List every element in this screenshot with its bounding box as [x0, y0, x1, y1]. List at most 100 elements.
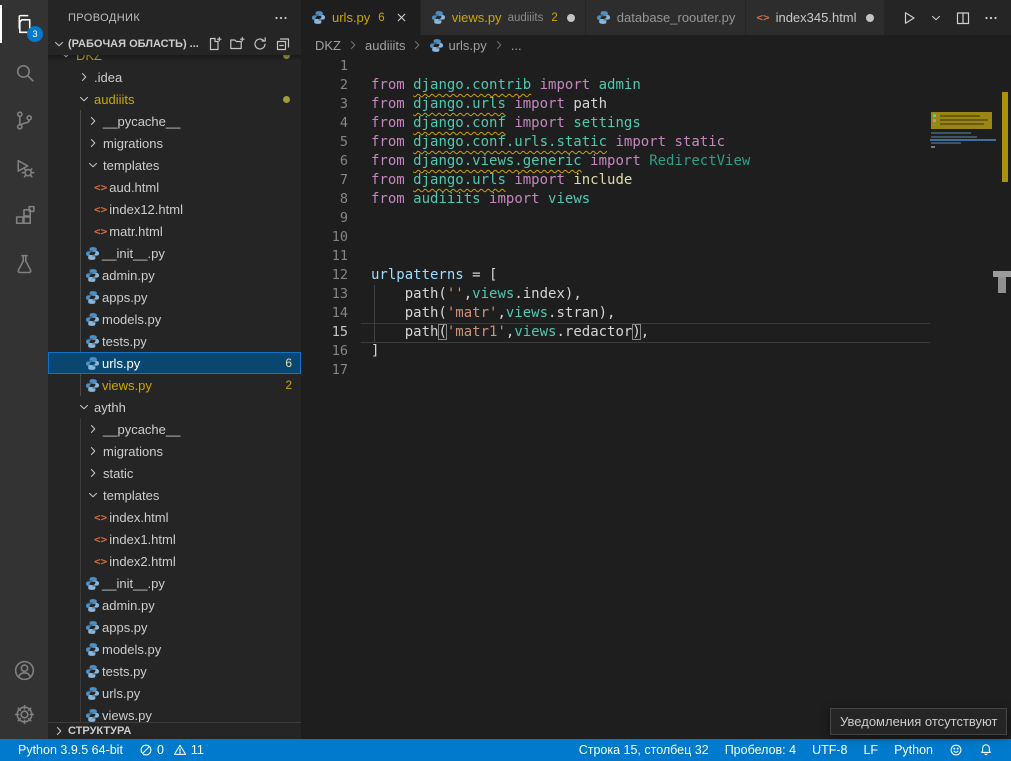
tree-item-aud.html[interactable]: <>aud.html	[48, 176, 301, 198]
tab-index345.html[interactable]: <>index345.html	[746, 0, 884, 35]
close-icon[interactable]	[394, 10, 410, 25]
modified-dot-icon[interactable]	[567, 14, 575, 22]
tab-views.py[interactable]: views.pyaudiiits2	[421, 0, 586, 35]
code-line-15[interactable]: path('matr1',views.redactor),	[371, 323, 930, 342]
tree-item-index1.html[interactable]: <>index1.html	[48, 528, 301, 550]
new-folder-icon[interactable]	[229, 36, 245, 52]
py-file-icon	[85, 290, 100, 305]
run-icon[interactable]	[901, 10, 917, 26]
activity-account-icon[interactable]	[0, 646, 48, 694]
code-line-4[interactable]: from django.conf import settings	[371, 114, 930, 133]
tree-item-views.py[interactable]: views.py2	[48, 374, 301, 396]
breadcrumb-item[interactable]: DKZ	[315, 38, 341, 53]
activity-run-debug-icon[interactable]	[0, 144, 48, 192]
code-line-8[interactable]: from audiiits import views	[371, 190, 930, 209]
tree-item-index.html[interactable]: <>index.html	[48, 506, 301, 528]
status-problems[interactable]: 011	[131, 739, 212, 761]
tree-item-migrations[interactable]: migrations	[48, 440, 301, 462]
code-line-17[interactable]	[371, 361, 930, 380]
tree-item-templates[interactable]: templates	[48, 484, 301, 506]
tree-item-matr.html[interactable]: <>matr.html	[48, 220, 301, 242]
tree-item-audiiits[interactable]: audiiits	[48, 88, 301, 110]
activity-testing-icon[interactable]	[0, 240, 48, 288]
tree-item-index12.html[interactable]: <>index12.html	[48, 198, 301, 220]
tab-database-roouter.py[interactable]: database_roouter.py	[586, 0, 747, 35]
status-indentation[interactable]: Пробелов: 4	[717, 739, 804, 761]
overview-ruler[interactable]	[998, 90, 1011, 739]
status-python-interpreter[interactable]: Python 3.9.5 64-bit	[10, 739, 131, 761]
modified-dot-icon[interactable]	[866, 14, 874, 22]
workspace-section-header[interactable]: (РАБОЧАЯ ОБЛАСТЬ) ...	[48, 33, 301, 55]
tree-item--pycache-[interactable]: __pycache__	[48, 418, 301, 440]
code-line-16[interactable]: ]	[371, 342, 930, 361]
tab-urls.py[interactable]: urls.py6	[301, 0, 421, 35]
tree-item-tests.py[interactable]: tests.py	[48, 330, 301, 352]
tree-item-admin.py[interactable]: admin.py	[48, 264, 301, 286]
status-notifications-bell[interactable]	[971, 739, 1001, 761]
tree-item-urls.py[interactable]: urls.py	[48, 682, 301, 704]
tree-item-static[interactable]: static	[48, 462, 301, 484]
tree-item-templates[interactable]: templates	[48, 154, 301, 176]
tree-item-views.py[interactable]: views.py	[48, 704, 301, 722]
tree-item-models.py[interactable]: models.py	[48, 308, 301, 330]
tree-item-urls.py[interactable]: urls.py6	[48, 352, 301, 374]
breadcrumb-item[interactable]: urls.py	[429, 38, 486, 53]
breadcrumb-item[interactable]: ...	[511, 38, 522, 53]
refresh-icon[interactable]	[252, 36, 268, 52]
tree-item-aythh[interactable]: aythh	[48, 396, 301, 418]
split-editor-icon[interactable]	[955, 10, 971, 26]
code-line-3[interactable]: from django.urls import path	[371, 95, 930, 114]
code-line-10[interactable]	[371, 228, 930, 247]
breadcrumb-item[interactable]: audiiits	[365, 38, 405, 53]
code-line-2[interactable]: from django.contrib import admin	[371, 76, 930, 95]
tree-item--pycache-[interactable]: __pycache__	[48, 110, 301, 132]
collapse-all-icon[interactable]	[275, 36, 291, 52]
activity-files-icon[interactable]: 3	[0, 0, 48, 48]
line-number: 6	[301, 152, 348, 171]
chevron-right-icon	[76, 70, 92, 84]
tree-item-label: aud.html	[109, 180, 159, 195]
tree-item-index2.html[interactable]: <>index2.html	[48, 550, 301, 572]
more-icon[interactable]	[983, 10, 999, 26]
code-line-9[interactable]	[371, 209, 930, 228]
line-number: 8	[301, 190, 348, 209]
code-line-6[interactable]: from django.views.generic import Redirec…	[371, 152, 930, 171]
new-file-icon[interactable]	[206, 36, 222, 52]
tree-item-migrations[interactable]: migrations	[48, 132, 301, 154]
code-token	[582, 153, 590, 169]
tree-item--init-.py[interactable]: __init__.py	[48, 242, 301, 264]
tree-item-label: admin.py	[102, 598, 155, 613]
code-line-5[interactable]: from django.conf.urls.static import stat…	[371, 133, 930, 152]
minimap[interactable]	[930, 110, 996, 410]
activity-settings-gear-icon[interactable]	[0, 690, 48, 738]
tree-item-apps.py[interactable]: apps.py	[48, 616, 301, 638]
activity-extensions-icon[interactable]	[0, 192, 48, 240]
code-line-14[interactable]: path('matr',views.stran),	[371, 304, 930, 323]
tree-item-models.py[interactable]: models.py	[48, 638, 301, 660]
code-line-13[interactable]: path('',views.index),	[371, 285, 930, 304]
code-token	[405, 172, 413, 188]
chevron-down-icon[interactable]	[929, 11, 943, 25]
outline-section-header[interactable]: СТРУКТУРА	[48, 722, 301, 739]
code-line-12[interactable]: urlpatterns = [	[371, 266, 930, 285]
status-label: LF	[863, 743, 878, 757]
code-line-1[interactable]	[371, 57, 930, 76]
status-cursor-position[interactable]: Строка 15, столбец 32	[571, 739, 717, 761]
tree-item--init-.py[interactable]: __init__.py	[48, 572, 301, 594]
code-editor[interactable]: 1234567891011121314151617 from django.co…	[301, 55, 1011, 739]
code-line-7[interactable]: from django.urls import include	[371, 171, 930, 190]
status-encoding[interactable]: UTF-8	[804, 739, 855, 761]
activity-source-control-icon[interactable]	[0, 96, 48, 144]
activity-search-icon[interactable]	[0, 48, 48, 96]
tree-item-apps.py[interactable]: apps.py	[48, 286, 301, 308]
code-line-11[interactable]	[371, 247, 930, 266]
run-debug-icon	[12, 156, 37, 181]
status-language-mode[interactable]: Python	[886, 739, 941, 761]
tree-item-tests.py[interactable]: tests.py	[48, 660, 301, 682]
tree-item-.idea[interactable]: .idea	[48, 66, 301, 88]
more-actions-icon[interactable]	[273, 10, 289, 26]
status-eol[interactable]: LF	[855, 739, 886, 761]
tree-item-admin.py[interactable]: admin.py	[48, 594, 301, 616]
status-feedback[interactable]	[941, 739, 971, 761]
tree-item-dkz[interactable]: DKZ	[48, 55, 301, 66]
